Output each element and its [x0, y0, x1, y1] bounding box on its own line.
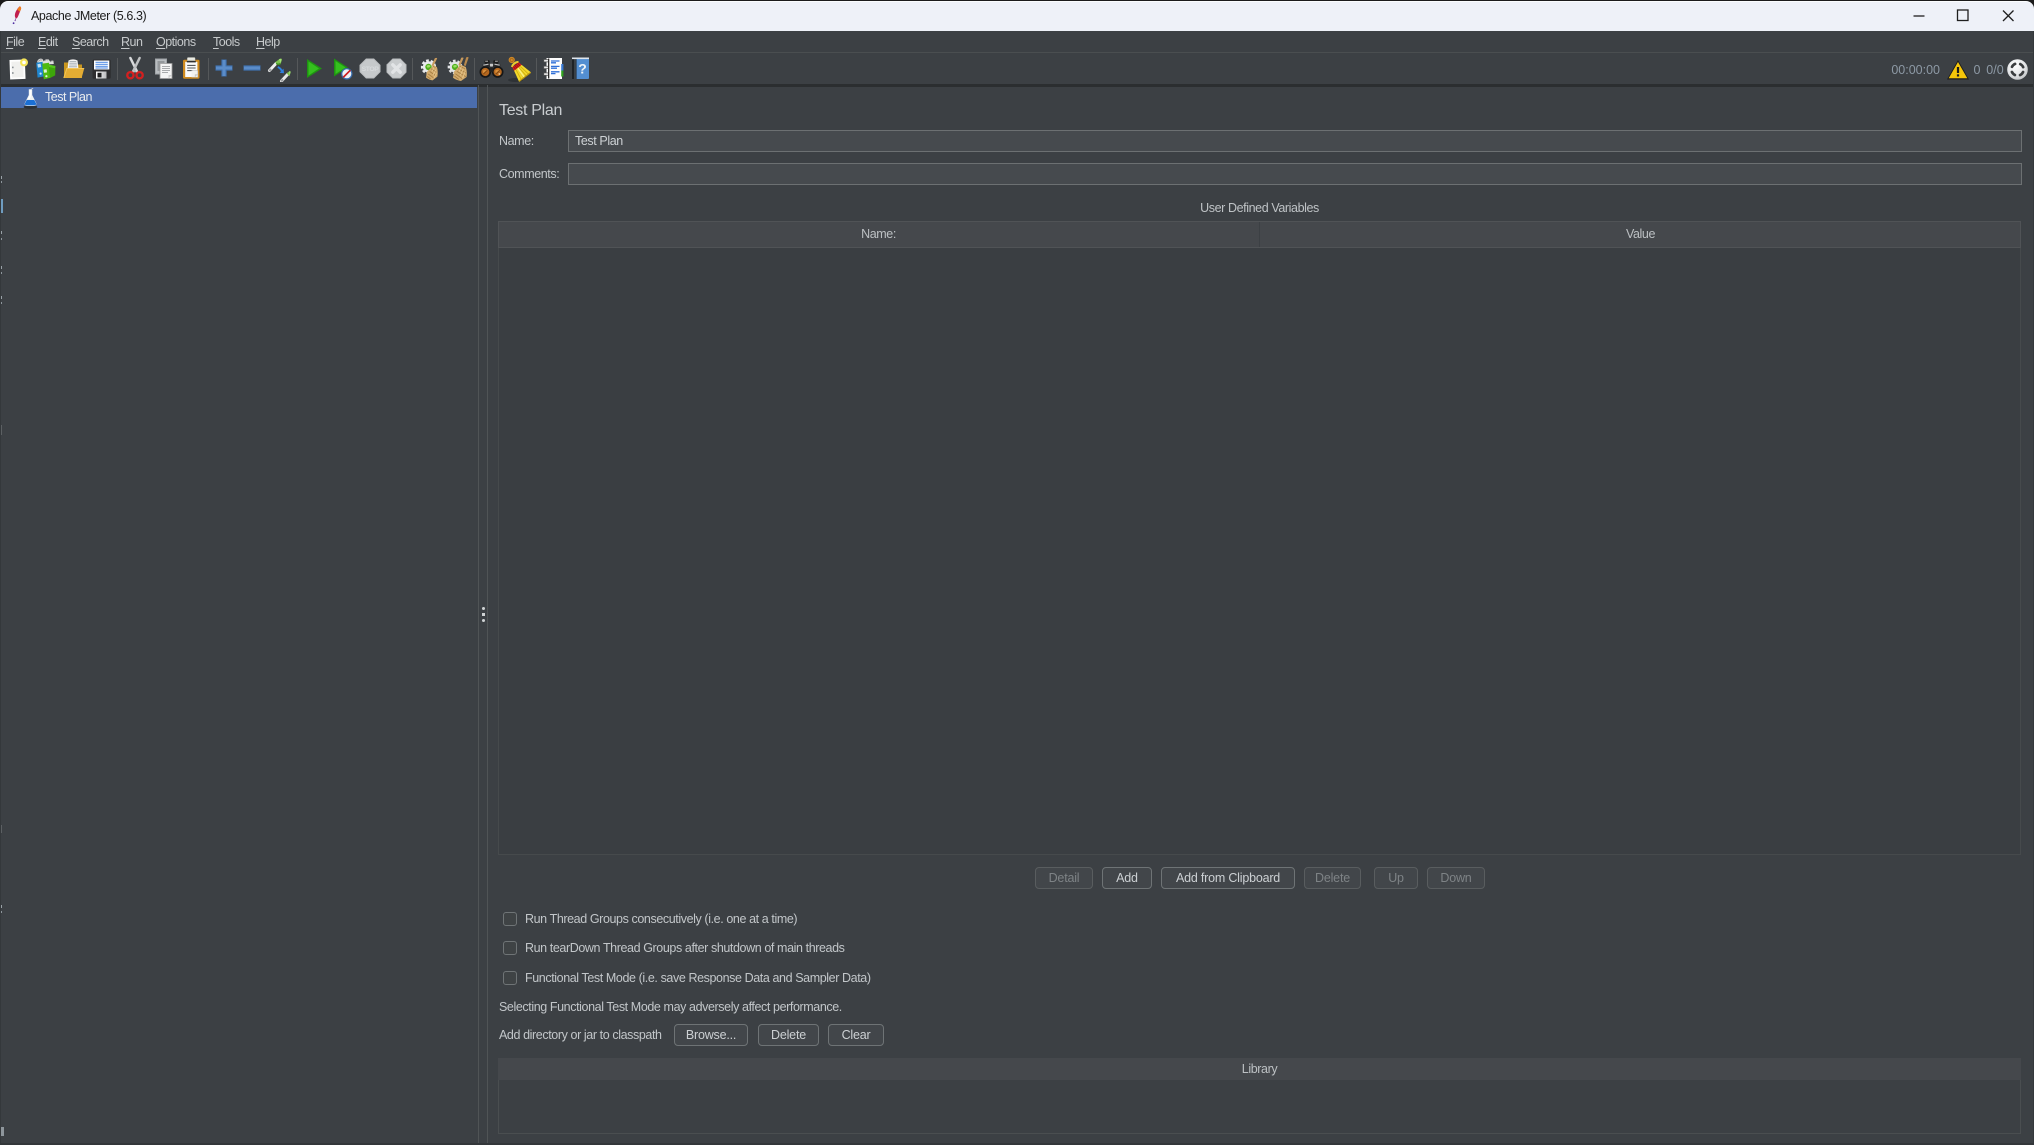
svg-text:STOP: STOP: [362, 66, 380, 73]
svg-text:?: ?: [578, 61, 587, 77]
